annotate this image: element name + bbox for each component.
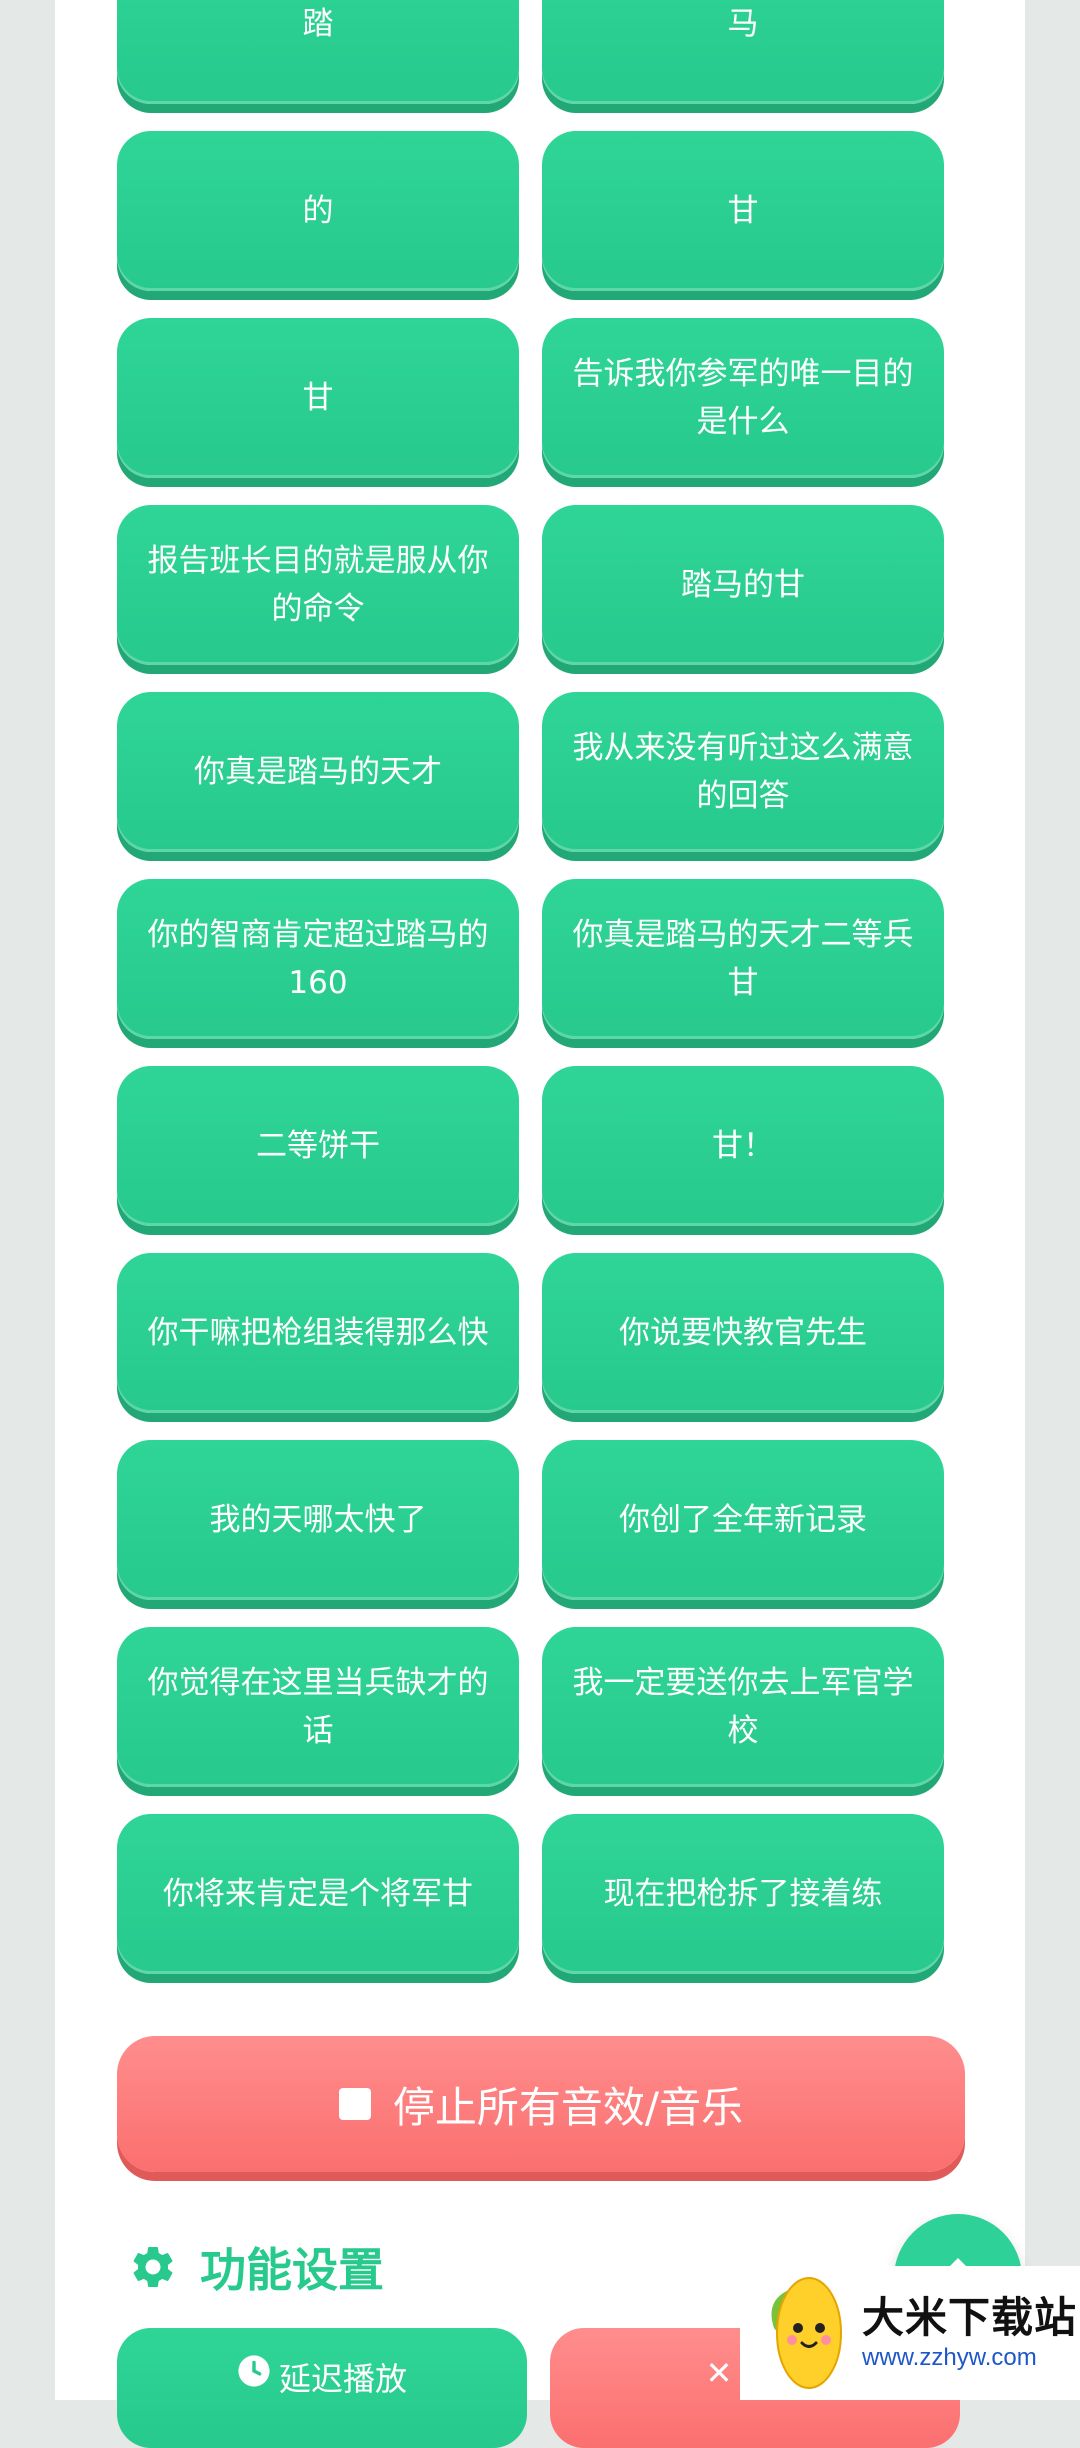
sound-button[interactable]: 马: [542, 0, 944, 104]
sound-button[interactable]: 告诉我你参军的唯一目的是什么: [542, 318, 944, 478]
sound-button[interactable]: 你说要快教官先生: [542, 1253, 944, 1413]
close-icon: ✕: [705, 2354, 733, 2392]
sound-button[interactable]: 你觉得在这里当兵缺才的话: [117, 1627, 519, 1787]
watermark-url: www.zzhyw.com: [862, 2344, 1037, 2371]
stop-all-label: 停止所有音效/音乐: [392, 2082, 744, 2132]
sound-button[interactable]: 二等饼干: [117, 1066, 519, 1226]
delay-play-button[interactable]: 延迟播放: [117, 2328, 527, 2448]
sound-button[interactable]: 你真是踏马的天才: [117, 692, 519, 852]
settings-section-title: 功能设置: [128, 2232, 384, 2302]
sound-button[interactable]: 现在把枪拆了接着练: [542, 1814, 944, 1974]
stop-all-sounds-button[interactable]: 停止所有音效/音乐: [117, 2036, 965, 2172]
sound-button[interactable]: 你干嘛把枪组装得那么快: [117, 1253, 519, 1413]
sound-button[interactable]: 踏: [117, 0, 519, 104]
sound-button[interactable]: 你真是踏马的天才二等兵甘: [542, 879, 944, 1039]
watermark-badge: 大米下载站 www.zzhyw.com: [740, 2266, 1080, 2400]
sound-button[interactable]: 你创了全年新记录: [542, 1440, 944, 1600]
sound-button[interactable]: 你将来肯定是个将军甘: [117, 1814, 519, 1974]
sound-button[interactable]: 我从来没有听过这么满意的回答: [542, 692, 944, 852]
sound-button[interactable]: 甘: [117, 318, 519, 478]
sound-button[interactable]: 踏马的甘: [542, 505, 944, 665]
sound-button[interactable]: 的: [117, 131, 519, 291]
sound-button[interactable]: 你的智商肯定超过踏马的160: [117, 879, 519, 1039]
stop-icon: [338, 2088, 371, 2120]
sound-button[interactable]: 甘！: [542, 1066, 944, 1226]
sound-button[interactable]: 报告班长目的就是服从你的命令: [117, 505, 519, 665]
watermark-text: 大米下载站 www.zzhyw.com: [862, 2293, 1077, 2373]
corn-mascot-logo: [771, 2277, 842, 2389]
settings-title-text: 功能设置: [200, 2243, 384, 2297]
delay-play-label: 延迟播放: [278, 2360, 407, 2398]
gear-icon: [133, 2247, 173, 2287]
clock-icon: [238, 2355, 270, 2387]
sound-button[interactable]: 我的天哪太快了: [117, 1440, 519, 1600]
sound-button[interactable]: 甘: [542, 131, 944, 291]
sound-button[interactable]: 我一定要送你去上军官学校: [542, 1627, 944, 1787]
watermark-title: 大米下载站: [862, 2293, 1078, 2342]
